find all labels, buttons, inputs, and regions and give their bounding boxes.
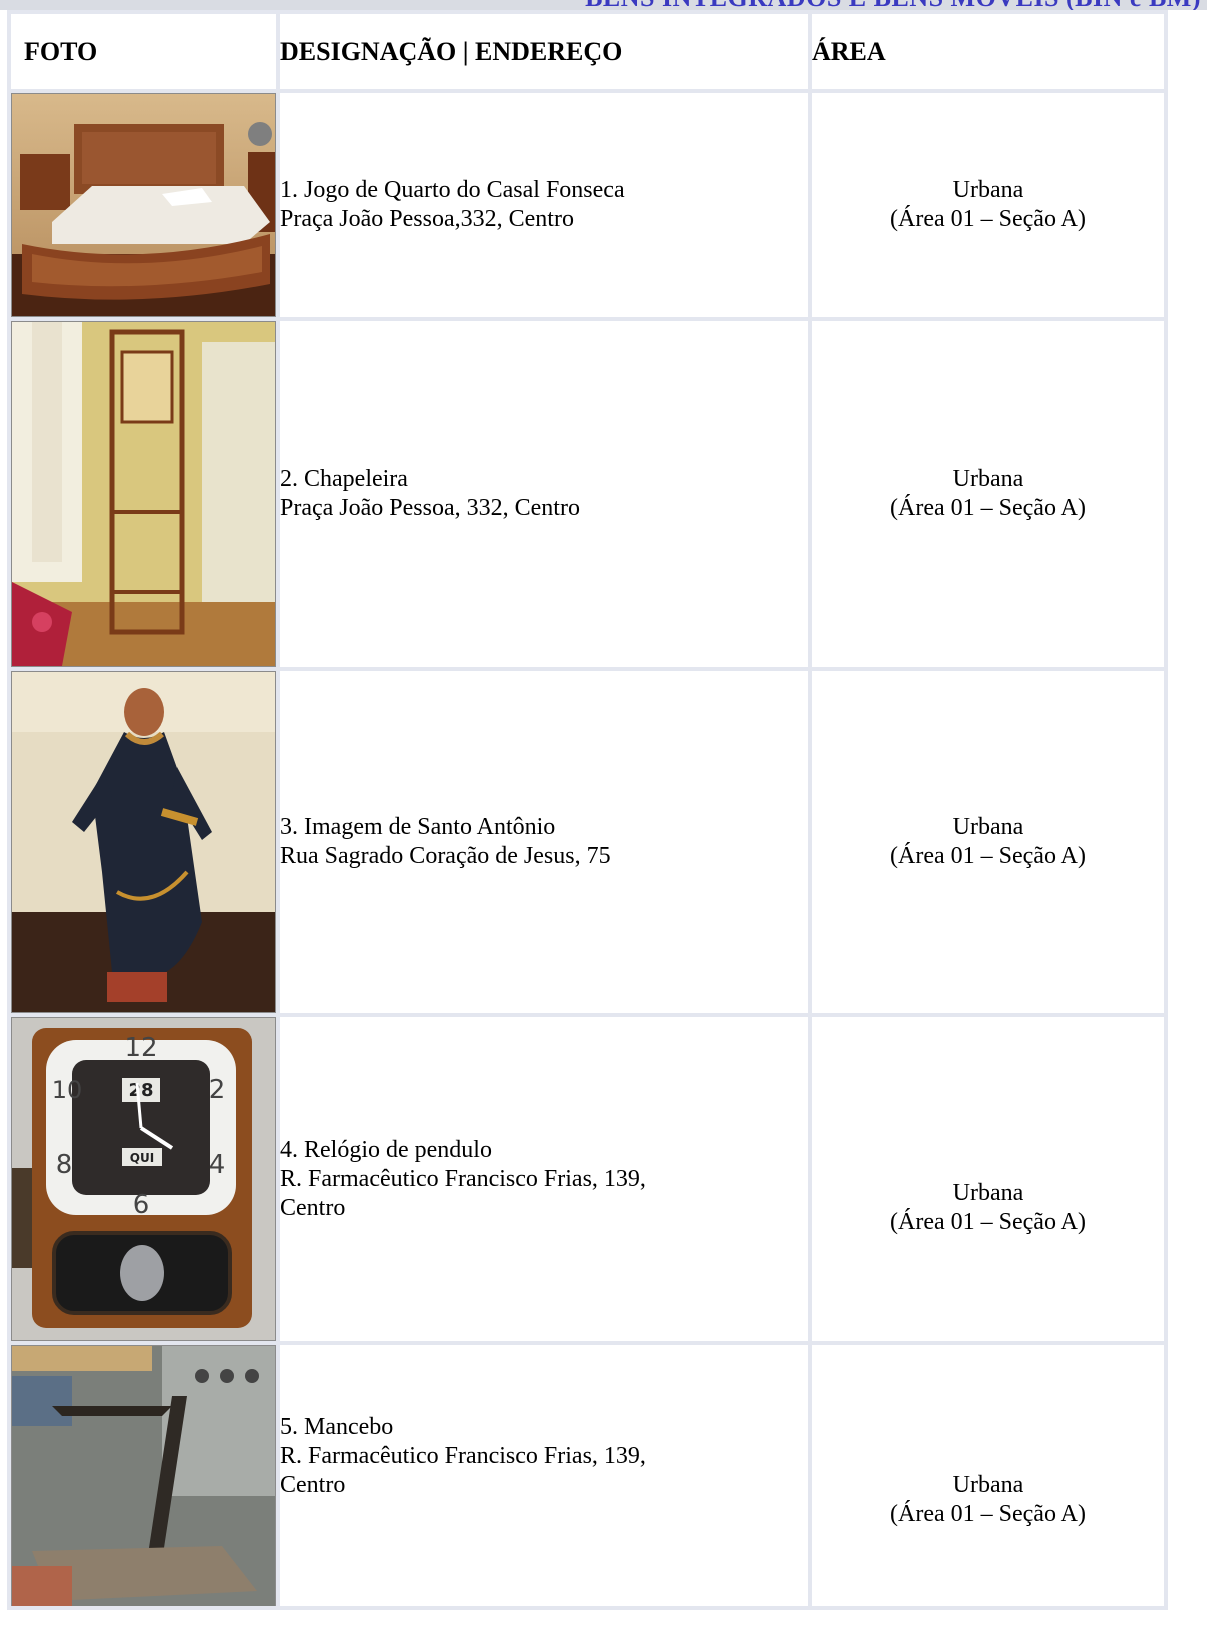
item-address-continued: Centro [280, 1194, 346, 1221]
table-row: 1. Jogo de Quarto do Casal Fonseca Praça… [11, 93, 1164, 317]
designation-cell: 5. Mancebo R. Farmacêutico Francisco Fri… [280, 1345, 808, 1606]
saint-statue-photo [11, 671, 276, 1013]
photo-cell [11, 321, 276, 667]
area-type: Urbana [952, 466, 1024, 492]
clock-date: 28 [128, 1080, 153, 1101]
section-banner: BENS INTEGRADOS E BENS MÓVEIS (BIN e BM) [0, 0, 1207, 10]
item-address: R. Farmacêutico Francisco Frias, 139, [280, 1165, 646, 1192]
area-cell: Urbana (Área 01 – Seção A) [812, 671, 1164, 1013]
area-type: Urbana [952, 814, 1024, 840]
area-type: Urbana [952, 177, 1024, 203]
clock-numeral-8: 8 [56, 1150, 73, 1180]
area-cell: Urbana (Área 01 – Seção A) [812, 93, 1164, 317]
photo-cell [11, 1345, 276, 1606]
item-address: R. Farmacêutico Francisco Frias, 139, [280, 1443, 646, 1469]
designation-cell: 2. Chapeleira Praça João Pessoa, 332, Ce… [280, 321, 808, 667]
area-cell: Urbana (Área 01 – Seção A) [812, 1345, 1164, 1606]
area-cell: Urbana (Área 01 – Seção A) [812, 321, 1164, 667]
clock-day: QUI [130, 1151, 154, 1165]
valet-stand-photo [11, 1345, 276, 1606]
designation-cell: 1. Jogo de Quarto do Casal Fonseca Praça… [280, 93, 808, 317]
table-row: 5. Mancebo R. Farmacêutico Francisco Fri… [11, 1345, 1164, 1606]
table-row: 3. Imagem de Santo Antônio Rua Sagrado C… [11, 671, 1164, 1013]
area-type: Urbana [952, 1180, 1024, 1206]
photo-cell [11, 671, 276, 1013]
column-header-area: ÁREA [812, 14, 1164, 89]
table-row: 2. Chapeleira Praça João Pessoa, 332, Ce… [11, 321, 1164, 667]
item-address-continued: Centro [280, 1472, 346, 1498]
header-row: FOTO DESIGNAÇÃO | ENDEREÇO ÁREA [11, 14, 1164, 89]
area-type: Urbana [952, 1472, 1024, 1498]
area-detail: (Área 01 – Seção A) [890, 495, 1086, 521]
bed-set-photo [11, 93, 276, 317]
area-detail: (Área 01 – Seção A) [890, 1501, 1086, 1527]
document-page: BENS INTEGRADOS E BENS MÓVEIS (BIN e BM)… [0, 0, 1207, 1625]
clock-numeral-12: 12 [124, 1033, 157, 1063]
clock-numeral-4: 4 [209, 1150, 226, 1180]
clock-numeral-2: 2 [209, 1075, 226, 1105]
clock-numeral-6: 6 [133, 1190, 150, 1220]
item-designation: 3. Imagem de Santo Antônio [280, 814, 556, 840]
designation-cell: 3. Imagem de Santo Antônio Rua Sagrado C… [280, 671, 808, 1013]
inventory-table: FOTO DESIGNAÇÃO | ENDEREÇO ÁREA 1. Jogo … [7, 10, 1168, 1610]
item-designation: 2. Chapeleira [280, 466, 408, 492]
area-detail: (Área 01 – Seção A) [890, 843, 1086, 869]
item-designation: 1. Jogo de Quarto do Casal Fonseca [280, 177, 625, 203]
photo-cell [11, 93, 276, 317]
pendulum-clock-photo: 12 2 4 6 8 10 28 QUI [11, 1017, 276, 1341]
table-row: 12 2 4 6 8 10 28 QUI 4. Relógio de pendu… [11, 1017, 1164, 1341]
area-cell: Urbana (Área 01 – Seção A) [812, 1017, 1164, 1341]
area-detail: (Área 01 – Seção A) [890, 1209, 1086, 1235]
designation-cell: 4. Relógio de pendulo R. Farmacêutico Fr… [280, 1017, 808, 1341]
photo-cell: 12 2 4 6 8 10 28 QUI [11, 1017, 276, 1341]
item-address: Praça João Pessoa, 332, Centro [280, 495, 580, 521]
item-designation: 5. Mancebo [280, 1414, 394, 1440]
item-address: Rua Sagrado Coração de Jesus, 75 [280, 843, 611, 869]
column-header-foto: FOTO [11, 14, 276, 89]
hat-stand-photo [11, 321, 276, 667]
area-detail: (Área 01 – Seção A) [890, 206, 1086, 232]
item-address: Praça João Pessoa,332, Centro [280, 206, 574, 232]
clock-numeral-10: 10 [52, 1076, 83, 1104]
column-header-designation: DESIGNAÇÃO | ENDEREÇO [280, 14, 808, 89]
item-designation: 4. Relógio de pendulo [280, 1136, 492, 1163]
section-title: BENS INTEGRADOS E BENS MÓVEIS (BIN e BM) [585, 0, 1201, 10]
